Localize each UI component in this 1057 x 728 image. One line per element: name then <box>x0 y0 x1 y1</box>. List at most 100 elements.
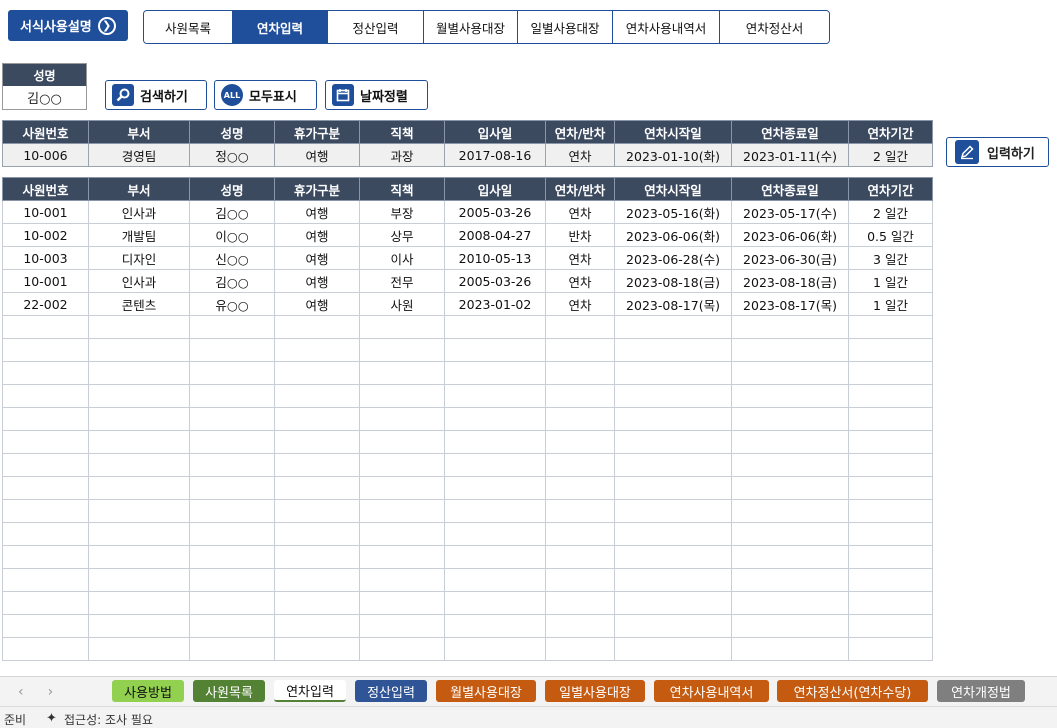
table-cell[interactable] <box>848 591 933 615</box>
table-cell[interactable]: 콘텐츠 <box>88 292 190 316</box>
table-cell[interactable]: 2005-03-26 <box>444 200 546 224</box>
table-cell[interactable] <box>545 522 615 546</box>
table-cell[interactable]: 인사과 <box>88 200 190 224</box>
table-cell[interactable]: 10-001 <box>2 200 89 224</box>
accessibility-icon[interactable]: ✦ <box>46 711 57 726</box>
table-cell[interactable] <box>88 522 190 546</box>
table-cell[interactable] <box>359 315 445 339</box>
table-cell[interactable] <box>545 591 615 615</box>
table-cell[interactable] <box>189 315 275 339</box>
table-cell[interactable]: 김○○ <box>189 200 275 224</box>
search-button[interactable]: 검색하기 <box>105 80 207 110</box>
table-cell[interactable] <box>2 407 89 431</box>
input-cell[interactable]: 경영팀 <box>88 143 190 167</box>
table-cell[interactable] <box>444 591 546 615</box>
chevron-left-icon[interactable]: ‹ <box>18 684 24 700</box>
status-accessibility[interactable]: 접근성: 조사 필요 <box>64 711 153 728</box>
sheet-tab-daily-ledger[interactable]: 일별사용대장 <box>545 680 645 702</box>
table-cell[interactable] <box>731 430 849 454</box>
table-cell[interactable] <box>614 591 732 615</box>
table-cell[interactable] <box>731 476 849 500</box>
table-cell[interactable] <box>274 499 360 523</box>
nav-tab-settlement-statement[interactable]: 연차정산서 <box>720 11 829 43</box>
table-cell[interactable]: 3 일간 <box>848 246 933 270</box>
table-cell[interactable] <box>359 453 445 477</box>
table-cell[interactable] <box>189 637 275 661</box>
table-cell[interactable] <box>359 568 445 592</box>
table-cell[interactable]: 2010-05-13 <box>444 246 546 270</box>
table-cell[interactable] <box>848 499 933 523</box>
table-cell[interactable]: 디자인 <box>88 246 190 270</box>
table-cell[interactable] <box>848 384 933 408</box>
input-cell[interactable]: 2023-01-10(화) <box>614 143 732 167</box>
table-cell[interactable] <box>444 407 546 431</box>
table-cell[interactable] <box>848 315 933 339</box>
table-cell[interactable]: 부장 <box>359 200 445 224</box>
guide-button[interactable]: 서식사용설명 ❯ <box>8 10 128 41</box>
table-cell[interactable] <box>88 315 190 339</box>
table-cell[interactable] <box>731 591 849 615</box>
table-cell[interactable] <box>731 614 849 638</box>
table-cell[interactable] <box>359 545 445 569</box>
table-cell[interactable]: 인사과 <box>88 269 190 293</box>
table-cell[interactable] <box>545 568 615 592</box>
table-cell[interactable]: 2023-01-02 <box>444 292 546 316</box>
show-all-button[interactable]: ALL 모두표시 <box>214 80 317 110</box>
table-cell[interactable] <box>88 384 190 408</box>
table-cell[interactable] <box>614 384 732 408</box>
table-cell[interactable] <box>731 522 849 546</box>
table-cell[interactable] <box>189 338 275 362</box>
table-cell[interactable] <box>2 568 89 592</box>
table-cell[interactable] <box>444 361 546 385</box>
table-cell[interactable] <box>545 545 615 569</box>
table-cell[interactable] <box>189 361 275 385</box>
table-cell[interactable]: 2023-08-18(금) <box>731 269 849 293</box>
table-cell[interactable] <box>359 384 445 408</box>
table-cell[interactable] <box>444 315 546 339</box>
table-cell[interactable] <box>545 637 615 661</box>
table-cell[interactable] <box>614 522 732 546</box>
table-cell[interactable] <box>848 637 933 661</box>
table-cell[interactable] <box>88 545 190 569</box>
table-cell[interactable] <box>731 568 849 592</box>
nav-tab-employee-list[interactable]: 사원목록 <box>144 11 233 43</box>
table-cell[interactable] <box>359 407 445 431</box>
table-cell[interactable]: 0.5 일간 <box>848 223 933 247</box>
table-cell[interactable] <box>189 430 275 454</box>
table-cell[interactable] <box>189 614 275 638</box>
table-cell[interactable] <box>614 407 732 431</box>
table-cell[interactable] <box>189 384 275 408</box>
table-cell[interactable] <box>88 430 190 454</box>
sheet-tab-leave-input[interactable]: 연차입력 <box>274 680 346 702</box>
table-cell[interactable] <box>614 430 732 454</box>
table-cell[interactable] <box>614 453 732 477</box>
table-cell[interactable] <box>2 338 89 362</box>
table-cell[interactable]: 이○○ <box>189 223 275 247</box>
table-cell[interactable] <box>848 568 933 592</box>
table-cell[interactable] <box>189 407 275 431</box>
table-cell[interactable] <box>731 338 849 362</box>
table-cell[interactable] <box>2 637 89 661</box>
table-cell[interactable] <box>444 499 546 523</box>
table-cell[interactable] <box>444 522 546 546</box>
table-cell[interactable] <box>88 361 190 385</box>
table-cell[interactable] <box>545 361 615 385</box>
table-cell[interactable] <box>444 453 546 477</box>
table-cell[interactable] <box>88 591 190 615</box>
table-cell[interactable] <box>614 315 732 339</box>
table-cell[interactable] <box>2 591 89 615</box>
sheet-tab-howto[interactable]: 사용방법 <box>112 680 184 702</box>
table-cell[interactable]: 개발팀 <box>88 223 190 247</box>
table-cell[interactable]: 유○○ <box>189 292 275 316</box>
table-cell[interactable] <box>2 430 89 454</box>
nav-tab-settlement-input[interactable]: 정산입력 <box>328 11 424 43</box>
table-cell[interactable]: 이사 <box>359 246 445 270</box>
table-cell[interactable]: 10-003 <box>2 246 89 270</box>
table-cell[interactable] <box>359 499 445 523</box>
input-cell[interactable]: 2023-01-11(수) <box>731 143 849 167</box>
input-cell[interactable]: 2 일간 <box>848 143 933 167</box>
table-cell[interactable] <box>2 614 89 638</box>
table-cell[interactable] <box>614 361 732 385</box>
table-cell[interactable] <box>444 338 546 362</box>
sheet-tab-usage-statement[interactable]: 연차사용내역서 <box>654 680 769 702</box>
